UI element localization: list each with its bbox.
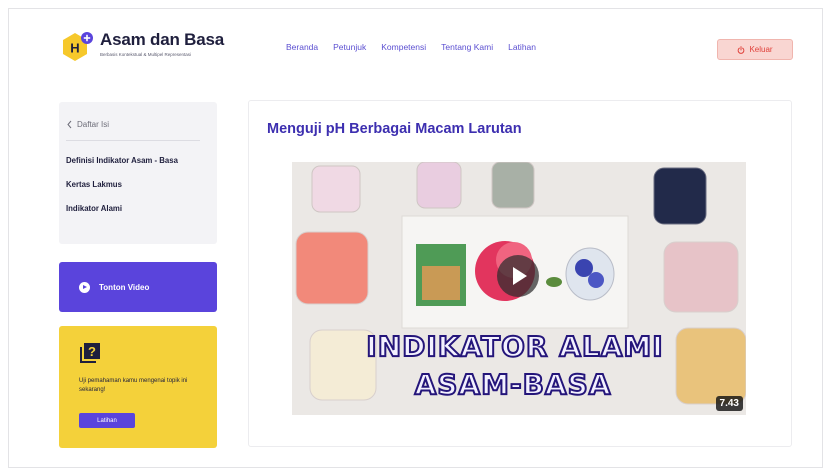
- toc-item-indikator-alami[interactable]: Indikator Alami: [66, 204, 122, 213]
- power-icon: [738, 45, 745, 54]
- video-overlay-line1: INDIKATOR ALAMI: [365, 329, 664, 364]
- nav-beranda[interactable]: Beranda: [286, 42, 318, 52]
- logo-letter: H: [70, 41, 79, 56]
- top-nav: Beranda Petunjuk Kompetensi Tentang Kami…: [286, 42, 536, 52]
- play-button[interactable]: [497, 255, 539, 297]
- logout-label: Keluar: [749, 45, 773, 54]
- nav-latihan[interactable]: Latihan: [508, 42, 536, 52]
- brand-title: Asam dan Basa: [100, 30, 225, 49]
- play-circle-icon: [79, 281, 90, 293]
- watch-video-label: Tonton Video: [99, 282, 150, 292]
- hexagon-logo-icon[interactable]: H: [60, 29, 94, 63]
- video-overlay-line2: ASAM-BASA: [414, 367, 612, 402]
- toc-divider: [66, 140, 200, 141]
- svg-text:?: ?: [88, 344, 96, 359]
- watch-video-button[interactable]: Tonton Video: [59, 262, 217, 312]
- question-box-icon: ?: [80, 343, 100, 363]
- nav-tentang-kami[interactable]: Tentang Kami: [441, 42, 493, 52]
- video-title: Menguji pH Berbagai Macam Larutan: [267, 121, 522, 137]
- chevron-left-icon: [67, 120, 72, 129]
- nav-kompetensi[interactable]: Kompetensi: [381, 42, 426, 52]
- quiz-latihan-button[interactable]: Latihan: [79, 413, 135, 428]
- logout-button[interactable]: Keluar: [717, 39, 793, 60]
- brand-subtitle: Berbasis Kontekstual & Multipel Represen…: [100, 52, 192, 57]
- nav-petunjuk[interactable]: Petunjuk: [333, 42, 366, 52]
- video-player[interactable]: INDIKATOR ALAMI ASAM-BASA 7.43: [292, 162, 746, 415]
- video-duration-badge: 7.43: [715, 396, 743, 411]
- quiz-description: Uji pemahaman kamu mengenai topik ini se…: [79, 378, 188, 393]
- toc-item-kertas-lakmus[interactable]: Kertas Lakmus: [66, 180, 122, 189]
- toc-heading: Daftar Isi: [77, 120, 110, 129]
- toc-item-definisi[interactable]: Definisi Indikator Asam - Basa: [66, 156, 178, 165]
- toc-back-link[interactable]: Daftar Isi: [66, 120, 109, 129]
